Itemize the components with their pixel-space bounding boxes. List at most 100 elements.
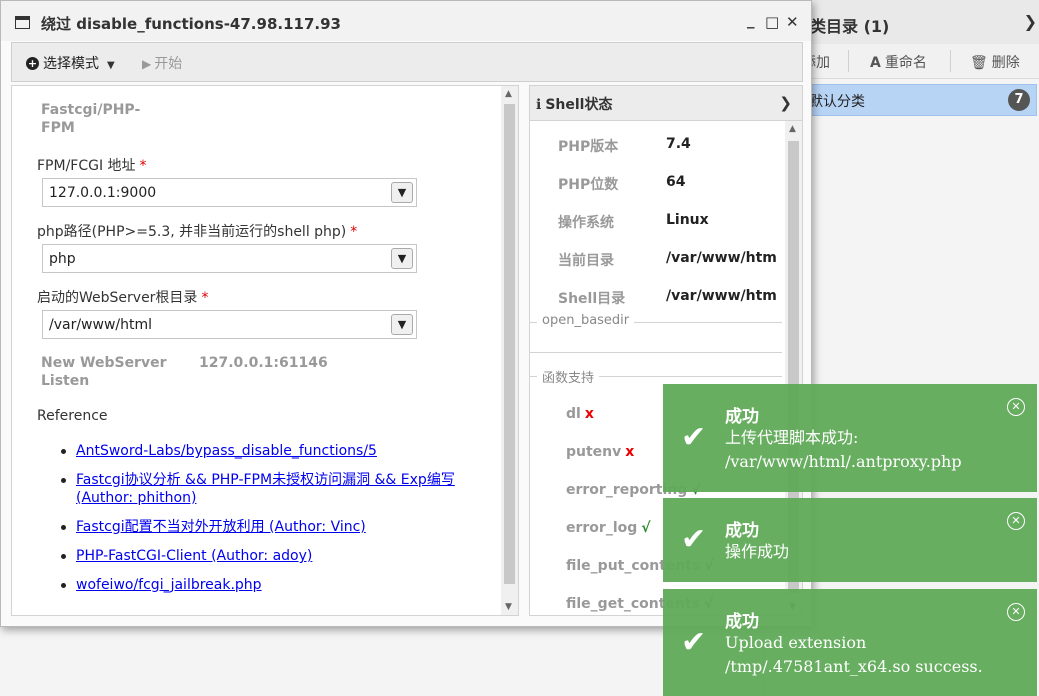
scroll-up-icon[interactable]: ▲ — [789, 124, 796, 134]
shell-status-title-text: Shell状态 — [545, 97, 613, 113]
function-name: error_log — [566, 520, 638, 536]
success-toast[interactable]: ✔ 成功 操作成功 ✕ — [663, 498, 1037, 582]
rename-button[interactable]: A 重命名 — [870, 52, 927, 72]
function-name: putenv — [566, 444, 622, 460]
webserver-root-label: 启动的WebServer根目录 * — [37, 287, 208, 307]
php-path-value: php — [49, 251, 76, 267]
supported-icon: √ — [641, 520, 651, 536]
unsupported-icon: x — [625, 444, 635, 460]
category-item-label: 默认分类 — [809, 94, 865, 110]
new-webserver-value: 127.0.0.1:61146 — [199, 355, 328, 371]
info-label: 操作系统 — [558, 215, 614, 231]
list-item: Fastcgi协议分析 && PHP-FPM未授权访问漏洞 && Exp编写 (… — [61, 471, 476, 507]
php-path-label-text: php路径(PHP>=5.3, 并非当前运行的shell php) — [37, 224, 347, 240]
required-mark: * — [139, 158, 147, 174]
toast-message: 操作成功 — [725, 542, 790, 561]
chevron-right-icon[interactable]: ❯ — [1024, 12, 1037, 31]
caret-down-icon: ▼ — [107, 60, 115, 71]
function-row: error_log √ — [566, 520, 651, 536]
toast-title: 成功 — [725, 612, 759, 632]
check-icon: ✔ — [681, 420, 707, 455]
php-path-label: php路径(PHP>=5.3, 并非当前运行的shell php) * — [37, 221, 357, 241]
reference-list: AntSword-Labs/bypass_disable_functions/5… — [61, 442, 476, 605]
webserver-root-select[interactable]: /var/www/html ▼ — [42, 310, 417, 339]
function-row: putenv x — [566, 444, 634, 460]
php-path-select[interactable]: php ▼ — [42, 244, 417, 273]
minimize-button[interactable]: _ — [747, 11, 755, 29]
fieldset-border — [530, 352, 782, 353]
fpm-address-label: FPM/FCGI 地址 * — [37, 155, 147, 175]
toast-message: Upload extension — [725, 633, 867, 652]
info-label: 当前目录 — [558, 253, 614, 269]
info-value: /var/www/htm — [666, 288, 777, 304]
list-item: AntSword-Labs/bypass_disable_functions/5 — [61, 442, 476, 460]
reference-link[interactable]: PHP-FastCGI-Client (Author: adoy) — [76, 548, 312, 564]
shell-status-header[interactable]: ℹ Shell状态 ❯ — [530, 86, 802, 121]
font-icon: A — [870, 55, 881, 71]
window-title: 绕过 disable_functions-47.98.117.93 — [41, 15, 341, 33]
reference-link[interactable]: AntSword-Labs/bypass_disable_functions/5 — [76, 443, 377, 459]
chevron-down-icon[interactable]: ▼ — [391, 314, 413, 335]
list-item: PHP-FastCGI-Client (Author: adoy) — [61, 547, 476, 565]
toast-title: 成功 — [725, 521, 759, 541]
window-toolbar: + 选择模式 ▼ ▶ 开始 — [11, 42, 803, 82]
start-label: 开始 — [154, 56, 183, 72]
success-toast[interactable]: ✔ 成功 上传代理脚本成功: /var/www/html/.antproxy.p… — [663, 384, 1037, 492]
category-panel-title: 类目录 (1) — [810, 17, 890, 36]
new-webserver-label: New WebServer Listen — [41, 355, 167, 389]
open-basedir-legend: open_basedir — [537, 313, 635, 328]
toast-message: /var/www/html/.antproxy.php — [725, 452, 962, 471]
function-name: dl — [566, 406, 581, 422]
close-icon[interactable]: ✕ — [1007, 398, 1025, 416]
info-icon: ℹ — [536, 97, 542, 113]
chevron-down-icon[interactable]: ▼ — [391, 248, 413, 269]
close-button[interactable]: ✕ — [786, 13, 799, 31]
info-label: Shell目录 — [558, 291, 626, 307]
form-scrollbar[interactable]: ▲ ▼ — [501, 86, 518, 615]
toolbar-divider — [848, 50, 849, 72]
reference-link[interactable]: wofeiwo/fcgi_jailbreak.php — [76, 577, 262, 593]
delete-label: 删除 — [991, 55, 1020, 71]
list-item: Fastcgi配置不当对外开放利用 (Author: Vinc) — [61, 518, 476, 536]
delete-button[interactable]: 🗑 删除 — [970, 52, 1020, 72]
info-label: PHP版本 — [558, 139, 619, 155]
webserver-root-label-text: 启动的WebServer根目录 — [37, 290, 198, 306]
select-mode-label: 选择模式 — [43, 56, 99, 72]
reference-heading: Reference — [37, 408, 108, 424]
chevron-down-icon[interactable]: ▼ — [391, 182, 413, 203]
scrollbar-thumb[interactable] — [504, 104, 515, 584]
maximize-button[interactable]: □ — [765, 13, 779, 31]
count-badge: 7 — [1008, 89, 1030, 111]
fpm-address-label-text: FPM/FCGI 地址 — [37, 158, 136, 174]
info-value: 7.4 — [666, 136, 691, 152]
info-value: Linux — [666, 212, 709, 228]
shell-status-title: ℹ Shell状态 — [536, 94, 612, 114]
window-titlebar[interactable]: 绕过 disable_functions-47.98.117.93 _ □ ✕ — [1, 1, 811, 41]
scroll-up-icon[interactable]: ▲ — [505, 89, 512, 99]
functions-legend: 函数支持 — [537, 367, 600, 386]
fpm-address-value: 127.0.0.1:9000 — [49, 185, 157, 201]
toast-title: 成功 — [725, 407, 759, 427]
unsupported-icon: x — [584, 406, 594, 422]
scroll-down-icon[interactable]: ▼ — [505, 602, 512, 612]
plus-circle-icon: + — [26, 57, 39, 70]
close-icon[interactable]: ✕ — [1007, 512, 1025, 530]
check-icon: ✔ — [681, 522, 707, 557]
start-button[interactable]: ▶ 开始 — [142, 53, 182, 73]
info-value: /var/www/htm — [666, 250, 777, 266]
select-mode-button[interactable]: + 选择模式 ▼ — [26, 53, 115, 73]
reference-link[interactable]: Fastcgi协议分析 && PHP-FPM未授权访问漏洞 && Exp编写 (… — [76, 472, 455, 506]
window-icon — [15, 16, 30, 29]
toast-message: /tmp/.47581ant_x64.so success. — [725, 657, 983, 676]
reference-link[interactable]: Fastcgi配置不当对外开放利用 (Author: Vinc) — [76, 519, 366, 535]
required-mark: * — [350, 224, 358, 240]
trash-icon: 🗑 — [970, 55, 988, 71]
info-value: 64 — [666, 174, 686, 190]
play-icon: ▶ — [142, 57, 152, 71]
success-toast[interactable]: ✔ 成功 Upload extension /tmp/.47581ant_x64… — [663, 589, 1037, 696]
fpm-address-select[interactable]: 127.0.0.1:9000 ▼ — [42, 178, 417, 207]
info-label: PHP位数 — [558, 177, 619, 193]
close-icon[interactable]: ✕ — [1007, 603, 1025, 621]
chevron-right-icon[interactable]: ❯ — [779, 94, 792, 112]
mode-name: Fastcgi/PHP-FPM — [41, 102, 141, 136]
